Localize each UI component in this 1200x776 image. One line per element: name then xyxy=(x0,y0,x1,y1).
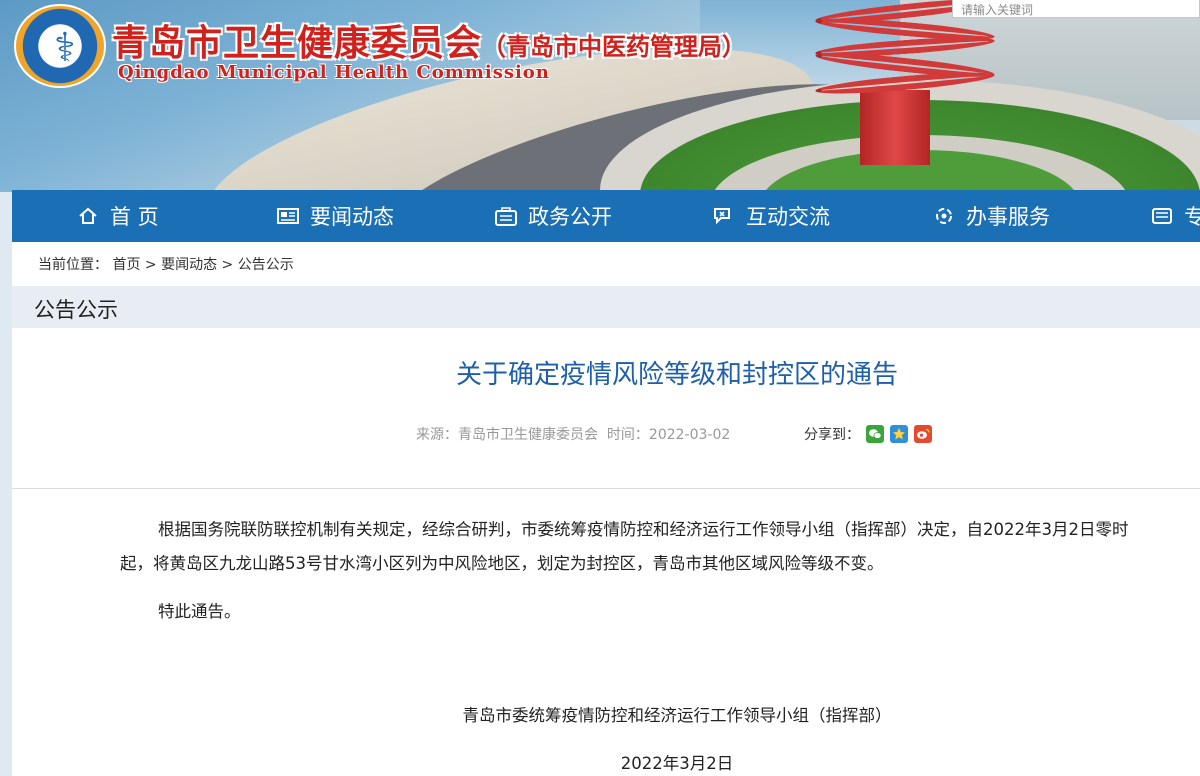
breadcrumb-news[interactable]: 要闻动态 xyxy=(161,257,217,273)
article-paragraph-2: 特此通告。 xyxy=(158,602,241,621)
nav-item-service[interactable]: 办事服务 xyxy=(932,190,1050,242)
nav-item-news[interactable]: 要闻动态 xyxy=(276,190,394,242)
section-title: 公告公示 xyxy=(34,298,118,322)
interaction-icon xyxy=(712,204,736,228)
article-source: 青岛市卫生健康委员会 xyxy=(458,427,598,443)
meta-divider xyxy=(12,488,1200,489)
breadcrumb-announcements[interactable]: 公告公示 xyxy=(238,257,294,273)
article-signature: 青岛市委统筹疫情防控和经济运行工作领导小组（指挥部） xyxy=(462,706,892,725)
wechat-icon[interactable] xyxy=(866,425,884,443)
main-nav: 首 页 要闻动态 政务公开 互动交流 办事服务 专 xyxy=(12,190,1200,242)
nav-item-interaction[interactable]: 互动交流 xyxy=(712,190,830,242)
header-banner: ⚕ 青岛市卫生健康委员会（青岛市中医药管理局） Qingdao Municipa… xyxy=(0,0,1200,192)
article-title: 关于确定疫情风险等级和封控区的通告 xyxy=(455,360,898,390)
topic-icon xyxy=(1150,204,1174,228)
nav-item-topic[interactable]: 专 xyxy=(1150,190,1200,242)
section-header: 公告公示 xyxy=(12,286,1200,328)
site-logo[interactable]: ⚕ xyxy=(14,4,106,88)
weibo-icon[interactable] xyxy=(914,425,932,443)
qzone-icon[interactable] xyxy=(890,425,908,443)
article-paragraph-1: 根据国务院联防联控机制有关规定，经综合研判，市委统筹疫情防控和经济运行工作领导小… xyxy=(158,520,1129,539)
share-bar: 分享到： xyxy=(804,424,932,444)
gov-affairs-icon xyxy=(494,204,518,228)
caduceus-icon: ⚕ xyxy=(54,25,76,71)
article-meta: 来源：青岛市卫生健康委员会 时间：2022-03-02 xyxy=(416,427,731,443)
news-icon xyxy=(276,204,300,228)
site-subtitle: Qingdao Municipal Health Commission xyxy=(118,62,550,83)
nav-item-gov-affairs[interactable]: 政务公开 xyxy=(494,190,612,242)
article-time: 2022-03-02 xyxy=(648,427,731,443)
article-date: 2022年3月2日 xyxy=(620,754,734,773)
breadcrumb: 当前位置： 首页 > 要闻动态 > 公告公示 xyxy=(38,257,294,273)
site-title: 青岛市卫生健康委员会（青岛市中医药管理局） xyxy=(112,22,747,64)
service-icon xyxy=(932,204,956,228)
nav-item-home[interactable]: 首 页 xyxy=(76,190,159,242)
may-fourth-sculpture xyxy=(814,0,996,165)
breadcrumb-home[interactable]: 首页 xyxy=(112,257,140,273)
article-paragraph-1-cont: 起，将黄岛区九龙山路53号甘水湾小区列为中风险地区，划定为封控区，青岛市其他区域… xyxy=(120,554,884,573)
home-icon xyxy=(76,204,100,228)
content-area: 当前位置： 首页 > 要闻动态 > 公告公示 公告公示 关于确定疫情风险等级和封… xyxy=(12,242,1200,776)
search-input[interactable]: 请输入关键词 xyxy=(952,0,1200,18)
